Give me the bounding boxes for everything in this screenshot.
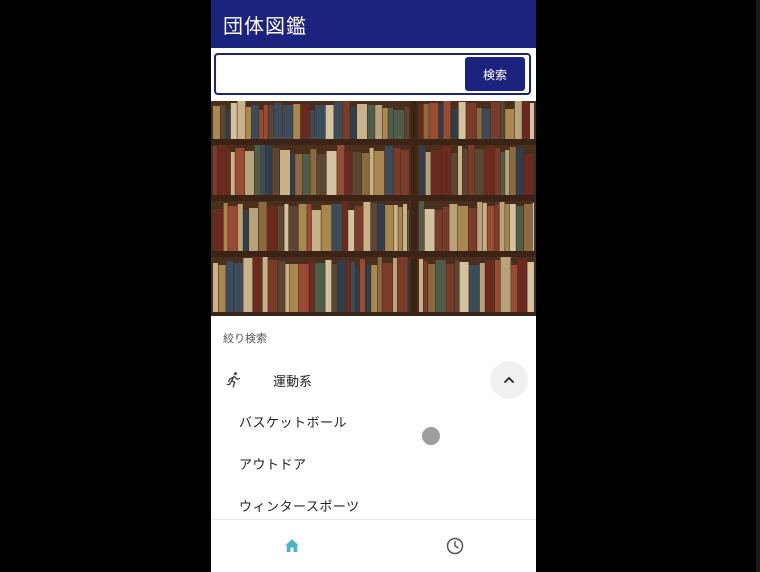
clock-icon	[446, 537, 463, 555]
search-input[interactable]	[220, 58, 465, 90]
bookshelf-hero-image	[211, 101, 536, 316]
collapse-button[interactable]	[490, 361, 528, 399]
subcategory-item[interactable]: バスケットボール	[211, 403, 536, 445]
chevron-up-icon	[504, 376, 514, 383]
search-bar: 検索	[214, 53, 531, 95]
touch-indicator	[422, 427, 440, 445]
app-screen: 団体図鑑 検索 絞り検索 運動系 バスケットボール アウトドア ウィンタースポー…	[211, 0, 536, 572]
subcategory-item[interactable]: アウトドア	[211, 445, 536, 487]
category-row-sports[interactable]: 運動系	[211, 357, 536, 403]
screen-edge	[756, 0, 760, 572]
running-icon	[226, 372, 240, 388]
bottom-navigation	[211, 519, 536, 572]
nav-history[interactable]	[374, 520, 537, 572]
filter-section-label: 絞り検索	[223, 332, 267, 345]
category-label: 運動系	[273, 374, 313, 390]
search-button[interactable]: 検索	[465, 57, 525, 91]
home-icon	[285, 539, 299, 552]
app-bar: 団体図鑑	[211, 0, 536, 48]
nav-home[interactable]	[211, 520, 374, 572]
subcategory-list: バスケットボール アウトドア ウィンタースポーツ	[211, 403, 536, 529]
app-title: 団体図鑑	[223, 13, 307, 38]
